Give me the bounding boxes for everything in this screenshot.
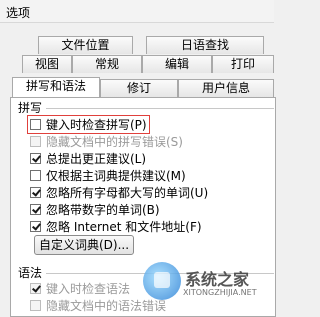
tab-file-locations[interactable]: 文件位置	[38, 36, 133, 54]
checkbox[interactable]	[30, 170, 41, 181]
tab-user-info[interactable]: 用户信息	[178, 79, 274, 97]
tab-japanese-find[interactable]: 日语查找	[146, 36, 264, 54]
tab-view[interactable]: 视图	[22, 55, 72, 73]
watermark-url: XITONGZHIJIA.NET	[183, 288, 257, 297]
watermark-logo-icon	[143, 262, 181, 300]
custom-dictionaries-button[interactable]: 自定义词典(D)...	[34, 235, 134, 255]
tab-spelling-grammar[interactable]: 拼写和语法	[12, 77, 100, 97]
spelling-separator	[46, 108, 274, 109]
tab-track-changes[interactable]: 修订	[100, 79, 178, 97]
checkbox[interactable]	[30, 153, 41, 164]
checkbox[interactable]	[30, 300, 41, 311]
tab-general[interactable]: 常规	[72, 55, 142, 73]
window-title: 选项	[6, 6, 31, 20]
option-label: 总提出更正建议(L)	[46, 152, 147, 166]
checkbox[interactable]	[30, 204, 41, 215]
tab-print[interactable]: 打印	[212, 55, 274, 73]
option-label: 忽略所有字母都大写的单词(U)	[46, 186, 209, 200]
checkbox[interactable]	[30, 187, 41, 198]
spelling-section-label: 拼写	[18, 101, 43, 115]
grammar-section-label: 语法	[18, 266, 43, 280]
option-label: 仅根据主词典提供建议(M)	[46, 169, 186, 183]
option-label: 忽略带数字的单词(B)	[46, 203, 160, 217]
highlight-box	[27, 115, 150, 134]
watermark-brand: 系统之家	[185, 270, 250, 289]
checkbox[interactable]	[30, 283, 41, 294]
option-label: 隐藏文档中的拼写错误(S)	[46, 135, 183, 149]
option-label: 键入时检查语法	[46, 282, 131, 296]
checkbox[interactable]	[30, 136, 41, 147]
tab-edit[interactable]: 编辑	[142, 55, 212, 73]
checkbox[interactable]	[30, 221, 41, 232]
title-bar: 选项	[0, 0, 274, 23]
option-label: 忽略 Internet 和文件地址(F)	[46, 220, 202, 234]
